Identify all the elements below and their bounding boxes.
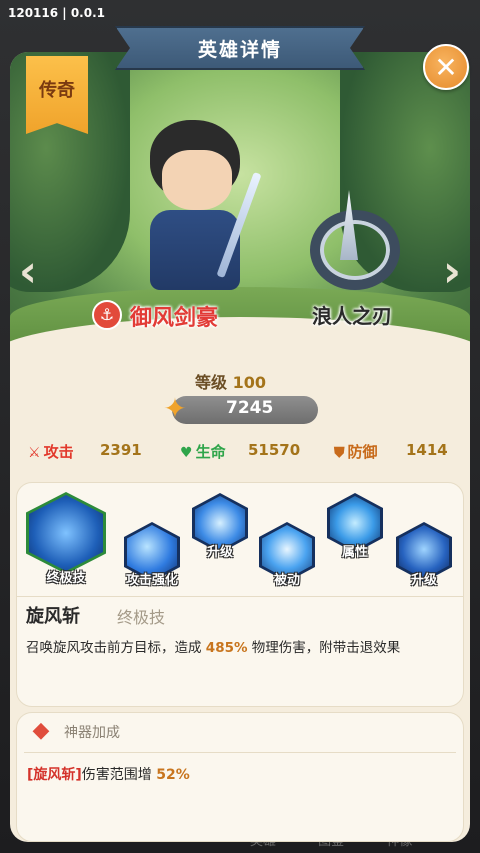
stat-attack: ⚔ 攻击 2391 [28, 441, 142, 462]
level-value: 100 [232, 373, 266, 392]
skill-desc-pre: 召唤旋风攻击前方目标，造成 [26, 640, 206, 656]
gem-icon: ◆ [32, 718, 50, 743]
skill-description: 召唤旋风攻击前方目标，造成 485% 物理伤害，附带击退效果 [26, 636, 400, 656]
artifact-bonus: [旋风斩]伤害范围增 52% [27, 764, 190, 784]
anchor-icon: ⚓ [92, 300, 122, 330]
skill-desc-post: 物理伤害，附带击退效果 [247, 640, 401, 656]
hp-label: 生命 [195, 443, 226, 461]
shield-icon: ⛊ [334, 445, 345, 461]
artifact-divider [24, 752, 456, 753]
rarity-badge: 传奇 [26, 56, 88, 134]
defense-label: 防御 [347, 443, 378, 461]
power-value: 7245 [226, 398, 274, 418]
artifact-effect: 伤害范围增 [81, 767, 157, 783]
defense-value: 1414 [406, 441, 448, 459]
title-banner: 英雄详情 [115, 26, 365, 70]
weapon-portrait[interactable] [300, 190, 410, 290]
skill-label-4: 属性 [341, 545, 368, 560]
artifact-pct: 52% [156, 767, 190, 783]
close-icon: ✕ [434, 50, 458, 84]
whirlwind-icon [29, 495, 103, 571]
next-hero-arrow-icon[interactable]: › [439, 248, 465, 296]
page-title: 英雄详情 [197, 38, 282, 61]
hero-level: 等级 100 [195, 369, 266, 393]
close-button[interactable]: ✕ [423, 44, 469, 90]
artifact-title: 神器加成 [64, 725, 120, 741]
stat-hp: ♥ 生命 51570 [180, 441, 300, 462]
skill-desc-pct: 485% [205, 640, 248, 656]
skill-label-3: 被动 [273, 573, 300, 588]
power-icon: ✦ [163, 392, 187, 425]
skill-label-0: 终极技 [46, 571, 86, 586]
stat-defense: ⛊ 防御 1414 [334, 441, 448, 462]
attack-value: 2391 [100, 441, 142, 459]
heart-icon: ♥ [180, 445, 193, 461]
skill-divider [16, 596, 464, 597]
skill-label-2: 升级 [206, 545, 233, 560]
weapon-name: 浪人之刃 [312, 304, 392, 328]
prev-hero-arrow-icon[interactable]: ‹ [15, 248, 41, 296]
version-label: 120116 | 0.0.1 [8, 6, 106, 20]
sword-icon: ⚔ [28, 445, 41, 461]
skill-name: 旋风斩 [26, 606, 80, 627]
level-label: 等级 [195, 373, 228, 392]
hp-value: 51570 [248, 441, 301, 459]
attack-label: 攻击 [43, 443, 74, 461]
artifact-skill-ref: [旋风斩] [27, 767, 82, 783]
rarity-label: 传奇 [39, 80, 75, 101]
skill-label-1: 攻击强化 [125, 573, 178, 588]
skill-label-5: 升级 [410, 573, 437, 588]
hero-portrait[interactable] [140, 110, 270, 310]
hero-name: 御风剑豪 [130, 306, 219, 331]
skill-type: 终极技 [117, 608, 166, 627]
